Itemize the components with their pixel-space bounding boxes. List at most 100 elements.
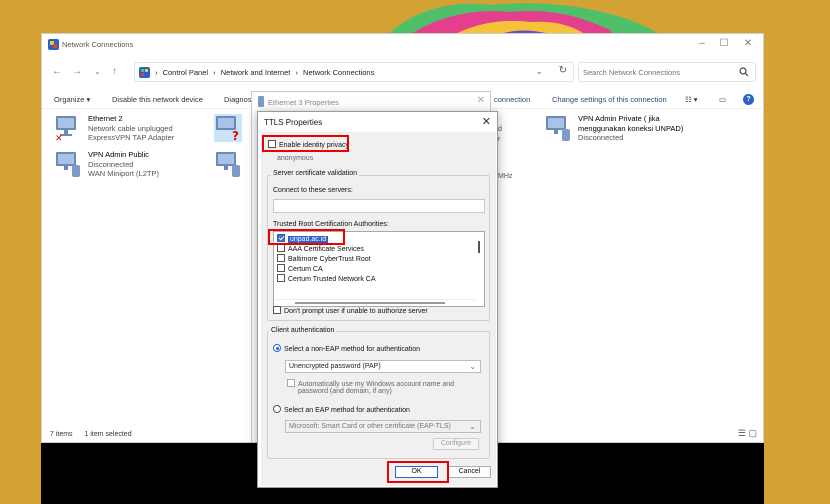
item-text: VPN Admin Private ( jika menggunakan kon… xyxy=(578,114,683,143)
checkbox-unchecked[interactable] xyxy=(277,244,285,252)
view-toggle-icons[interactable]: ☰ ▢ xyxy=(738,428,757,439)
window-titlebar: Network Connections – ☐ ✕ xyxy=(42,34,763,56)
scrollbar-thumb[interactable] xyxy=(478,241,480,253)
maximize-icon[interactable]: ☐ xyxy=(717,38,731,50)
background-left xyxy=(0,0,41,504)
status-bar: 7 items 1 item selected xyxy=(50,431,142,438)
screenshot-stage: Network Connections – ☐ ✕ ← → ⌄ ↑ › Cont… xyxy=(0,0,830,504)
close-icon[interactable]: ✕ xyxy=(741,38,755,50)
ca-name: AAA Certificate Services xyxy=(288,246,364,253)
checkbox-label: Don't prompt user if unable to authorize… xyxy=(284,308,428,315)
selection-count: 1 item selected xyxy=(84,431,132,438)
recent-chevron-icon[interactable]: ⌄ xyxy=(94,67,101,76)
radio-selected[interactable] xyxy=(273,344,281,352)
change-settings-button[interactable]: Change settings of this connection xyxy=(552,95,667,104)
properties-icon xyxy=(258,96,264,107)
list-horizontal-scrollbar[interactable] xyxy=(275,299,475,305)
trusted-roots-label: Trusted Root Certification Authorities: xyxy=(273,221,389,228)
radio-label: Select an EAP method for authentication xyxy=(284,407,410,414)
partial-text: MHz xyxy=(498,173,513,180)
non-eap-radio[interactable]: Select a non-EAP method for authenticati… xyxy=(273,344,420,353)
item-status: Disconnected xyxy=(578,133,624,142)
checkbox-unchecked[interactable] xyxy=(277,274,285,282)
cancel-button[interactable]: Cancel xyxy=(448,466,491,478)
checkbox-label-cont: password (and domain, if any) xyxy=(298,388,392,395)
ca-item[interactable]: Certum CA xyxy=(277,264,323,273)
breadcrumb-network-internet[interactable]: Network and Internet xyxy=(221,68,291,77)
breadcrumb-sep: › xyxy=(155,68,158,77)
back-arrow-icon[interactable]: ← xyxy=(52,66,62,77)
close-icon[interactable]: ✕ xyxy=(477,95,485,106)
connect-servers-label: Connect to these servers: xyxy=(273,187,353,194)
item-status: Network cable unplugged xyxy=(88,123,173,133)
diagnose-button[interactable]: Diagnos xyxy=(224,95,252,104)
chevron-down-icon: ⌄ xyxy=(469,422,476,431)
address-dropdown-icon[interactable]: ⌄ xyxy=(535,66,543,77)
vpn-adapter-icon xyxy=(546,116,570,141)
item-count: 7 items xyxy=(50,431,73,438)
item-name: VPN Admin Public xyxy=(88,150,149,159)
refresh-icon[interactable]: ↻ xyxy=(559,65,567,76)
partial-text: r xyxy=(498,136,501,143)
highlight-box xyxy=(268,229,345,245)
ca-name: Certum CA xyxy=(288,266,323,273)
eap-radio[interactable]: Select an EAP method for authentication xyxy=(273,405,410,414)
breadcrumb-control-panel[interactable]: Control Panel xyxy=(163,68,208,77)
scrollbar-thumb[interactable] xyxy=(295,302,445,304)
partial-text: d xyxy=(498,126,502,133)
ca-name: Certum Trusted Network CA xyxy=(288,276,376,283)
dont-prompt-checkbox[interactable]: Don't prompt user if unable to authorize… xyxy=(273,306,428,315)
highlight-box xyxy=(387,461,449,483)
breadcrumb-network-connections[interactable]: Network Connections xyxy=(303,68,374,77)
minimize-icon[interactable]: – xyxy=(695,38,709,50)
auto-credentials-checkbox: Automatically use my Windows account nam… xyxy=(287,379,454,388)
highlight-box xyxy=(262,135,349,152)
ca-item[interactable]: Certum Trusted Network CA xyxy=(277,274,376,283)
forward-arrow-icon[interactable]: → xyxy=(72,66,82,77)
network-adapter-warning-icon: ? xyxy=(214,114,242,142)
help-icon[interactable]: ? xyxy=(743,94,754,105)
view-options-icon[interactable]: ☷ ▾ xyxy=(685,95,698,104)
window-title: Network Connections xyxy=(62,40,134,49)
disable-device-button[interactable]: Disable this network device xyxy=(112,95,203,104)
organize-menu[interactable]: Organize ▾ xyxy=(54,95,90,104)
servers-input[interactable] xyxy=(273,199,485,213)
chevron-down-icon: ⌄ xyxy=(469,362,476,371)
radio-label: Select a non-EAP method for authenticati… xyxy=(284,346,421,353)
checkbox-unchecked[interactable] xyxy=(273,306,281,314)
ca-name: Baltimore CyberTrust Root xyxy=(288,256,371,263)
dialog-title: Ethernet 3 Properties xyxy=(268,98,339,107)
eap-method-select: Microsoft: Smart Card or other certifica… xyxy=(285,420,481,433)
item-text: Ethernet 2 Network cable unplugged Expre… xyxy=(88,114,174,143)
checkbox-unchecked[interactable] xyxy=(277,254,285,262)
search-box[interactable] xyxy=(578,62,756,82)
item-name: Ethernet 2 xyxy=(88,114,123,123)
configure-button: Configure xyxy=(433,438,479,450)
background-right xyxy=(764,0,830,504)
search-icon[interactable] xyxy=(739,67,749,77)
list-vertical-scrollbar[interactable] xyxy=(475,233,483,273)
connection-button[interactable]: connection xyxy=(494,95,530,104)
checkbox-label: Automatically use my Windows account nam… xyxy=(298,381,455,388)
breadcrumb-sep: › xyxy=(213,68,216,77)
radio-unselected[interactable] xyxy=(273,405,281,413)
select-value: Unencrypted password (PAP) xyxy=(289,363,381,370)
anonymous-field[interactable]: anonymous xyxy=(277,155,313,162)
group-label: Server certificate validation xyxy=(271,170,360,177)
non-eap-method-select[interactable]: Unencrypted password (PAP) ⌄ xyxy=(285,360,481,373)
vpn-adapter-icon xyxy=(216,152,240,177)
breadcrumb: › Control Panel › Network and Internet ›… xyxy=(155,68,377,77)
svg-text:✕: ✕ xyxy=(55,134,63,142)
checkbox-unchecked[interactable] xyxy=(277,264,285,272)
close-icon[interactable]: ✕ xyxy=(482,115,491,128)
up-arrow-icon[interactable]: ↑ xyxy=(112,66,117,77)
group-label: Client authentication xyxy=(269,327,337,334)
address-bar[interactable]: › Control Panel › Network and Internet ›… xyxy=(134,62,574,82)
search-input[interactable] xyxy=(583,66,733,79)
item-device: WAN Miniport (L2TP) xyxy=(88,169,159,178)
item-text: VPN Admin Public Disconnected WAN Minipo… xyxy=(88,150,159,179)
ca-item[interactable]: Baltimore CyberTrust Root xyxy=(277,254,371,263)
svg-text:?: ? xyxy=(232,129,239,142)
preview-pane-icon[interactable]: ▭ xyxy=(719,95,726,104)
ca-item[interactable]: AAA Certificate Services xyxy=(277,244,364,253)
